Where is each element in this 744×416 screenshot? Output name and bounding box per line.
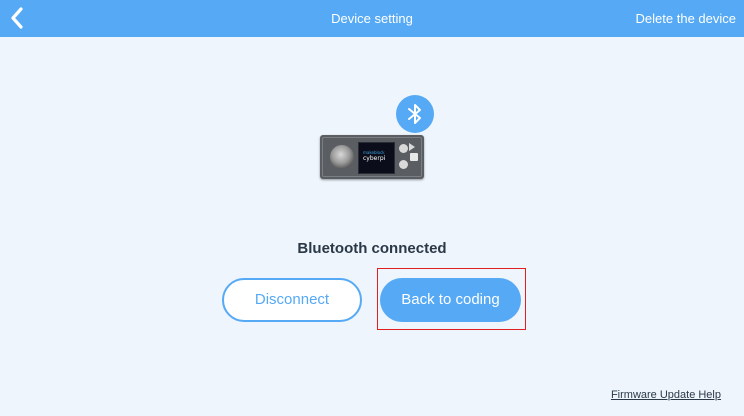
disconnect-button[interactable]: Disconnect [222,278,362,322]
device-light-sensor [410,153,418,161]
device-play-marker [409,143,415,151]
bluetooth-icon [408,104,421,124]
firmware-update-help-link[interactable]: Firmware Update Help [611,389,721,401]
device-screen: makeblock cyberpi [358,142,395,174]
joystick-image [330,145,354,169]
top-bar: Device setting Delete the device [0,0,744,37]
page-title: Device setting [331,11,413,26]
connection-status: Bluetooth connected [297,240,447,257]
device-illustration: makeblock cyberpi [319,93,437,183]
device-model-text: cyberpi [363,155,386,162]
delete-device-button[interactable]: Delete the device [636,11,736,26]
back-to-coding-button[interactable]: Back to coding [380,278,521,322]
device-button-b [399,160,408,169]
device-button-a [399,144,408,153]
bluetooth-badge [396,95,434,133]
cyberpi-device-image: makeblock cyberpi [320,135,424,179]
